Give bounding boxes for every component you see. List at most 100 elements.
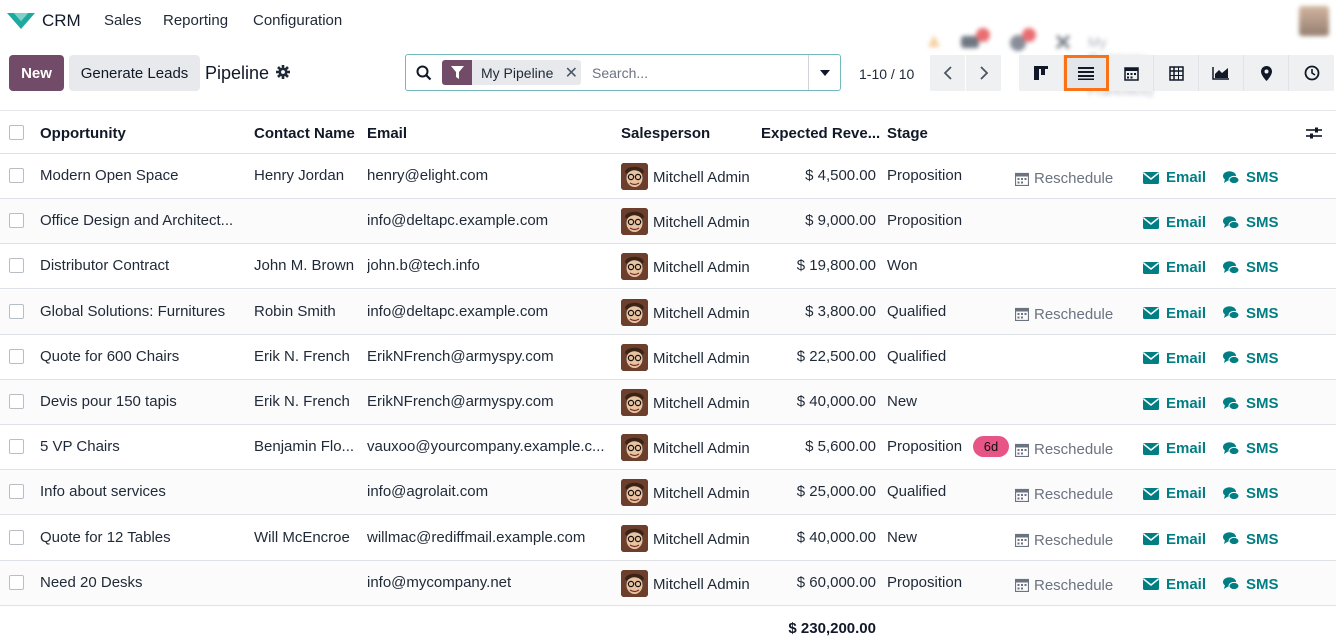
pager-next-button[interactable] (966, 55, 1001, 91)
row-checkbox[interactable] (9, 303, 24, 319)
avatar[interactable] (621, 434, 648, 462)
table-row[interactable]: Distributor Contract John M. Brown john.… (0, 244, 1336, 290)
sms-button[interactable]: SMS (1223, 305, 1279, 322)
column-email[interactable]: Email (367, 125, 407, 142)
column-stage[interactable]: Stage (887, 125, 928, 142)
reschedule-label: Reschedule (1034, 441, 1114, 459)
column-salesperson[interactable]: Salesperson (621, 125, 710, 142)
pager-previous-button[interactable] (930, 55, 965, 91)
salesperson-name: Mitchell Admin (653, 349, 750, 367)
menu-reporting[interactable]: Reporting (163, 12, 228, 29)
stage: Qualified (887, 302, 947, 320)
list-view-button[interactable] (1064, 55, 1109, 91)
reschedule-button[interactable]: Reschedule (1015, 170, 1113, 187)
avatar[interactable] (621, 298, 648, 326)
reschedule-button[interactable]: Reschedule (1015, 441, 1113, 458)
table-row[interactable]: Global Solutions: Furnitures Robin Smith… (0, 289, 1336, 335)
email-button[interactable]: Email (1143, 169, 1206, 186)
email-button[interactable]: Email (1143, 485, 1206, 502)
column-expected-revenue[interactable]: Expected Reve... (761, 125, 880, 142)
avatar[interactable] (621, 343, 648, 371)
email-button[interactable]: Email (1143, 259, 1206, 276)
search-icon[interactable] (416, 65, 432, 81)
table-row[interactable]: Info about services info@agrolait.com Mi… (0, 470, 1336, 516)
row-checkbox[interactable] (9, 348, 24, 364)
table-row[interactable]: Devis pour 150 tapis Erik N. French Erik… (0, 380, 1336, 425)
table-row[interactable]: Modern Open Space Henry Jordan henry@eli… (0, 154, 1336, 199)
sms-button[interactable]: SMS (1223, 350, 1279, 367)
email-button[interactable]: Email (1143, 305, 1206, 322)
sms-button[interactable]: SMS (1223, 259, 1279, 276)
sms-button[interactable]: SMS (1223, 395, 1279, 412)
salesperson-name: Mitchell Admin (653, 259, 750, 277)
reschedule-button[interactable]: Reschedule (1015, 532, 1113, 549)
search-options-toggle[interactable] (808, 55, 840, 90)
table-row[interactable]: Need 20 Desks info@mycompany.net Mitchel… (0, 560, 1336, 606)
new-button[interactable]: New (9, 55, 64, 91)
expected-revenue: $ 5,600.00 (805, 438, 876, 456)
row-checkbox[interactable] (9, 439, 24, 455)
sms-button[interactable]: SMS (1223, 485, 1279, 502)
pager-value[interactable]: 1-10 / 10 (859, 66, 914, 82)
table-row[interactable]: Quote for 600 Chairs Erik N. French Erik… (0, 335, 1336, 380)
user-avatar[interactable] (1299, 6, 1329, 36)
menu-configuration[interactable]: Configuration (253, 12, 342, 29)
avatar[interactable] (621, 208, 648, 236)
sms-label: SMS (1246, 575, 1279, 593)
email-button[interactable]: Email (1143, 214, 1206, 231)
close-icon[interactable]: ✕ (561, 63, 581, 83)
row-checkbox[interactable] (9, 529, 24, 545)
avatar[interactable] (621, 389, 648, 416)
sms-button[interactable]: SMS (1223, 531, 1279, 548)
table-row[interactable]: Quote for 12 Tables Will McEncroe willma… (0, 516, 1336, 561)
email-button[interactable]: Email (1143, 395, 1206, 412)
map-view-button[interactable] (1244, 55, 1289, 91)
avatar[interactable] (621, 524, 648, 552)
pivot-view-button[interactable] (1154, 55, 1199, 91)
kanban-view-button[interactable] (1019, 55, 1064, 91)
row-checkbox[interactable] (9, 168, 24, 183)
optional-columns-icon[interactable] (1306, 126, 1322, 140)
bug-icon[interactable] (925, 33, 943, 49)
row-checkbox[interactable] (9, 574, 24, 590)
activity-view-button[interactable] (1289, 55, 1334, 91)
column-opportunity[interactable]: Opportunity (40, 125, 126, 142)
graph-view-button[interactable] (1199, 55, 1244, 91)
row-checkbox[interactable] (9, 484, 24, 500)
row-checkbox[interactable] (9, 394, 24, 409)
reschedule-button[interactable]: Reschedule (1015, 306, 1113, 323)
avatar[interactable] (621, 479, 648, 507)
expected-revenue: $ 40,000.00 (796, 393, 876, 410)
row-checkbox[interactable] (9, 213, 24, 229)
reschedule-button[interactable]: Reschedule (1015, 577, 1113, 594)
email-button[interactable]: Email (1143, 440, 1206, 457)
select-all-checkbox[interactable] (9, 125, 24, 140)
gear-icon[interactable] (276, 65, 290, 79)
tools-icon[interactable] (1055, 34, 1071, 50)
list-icon (1078, 67, 1094, 80)
search-input[interactable] (592, 61, 802, 85)
email-button[interactable]: Email (1143, 350, 1206, 367)
email-button[interactable]: Email (1143, 531, 1206, 548)
row-checkbox[interactable] (9, 258, 24, 274)
avatar[interactable] (621, 569, 648, 597)
opportunity-name: Devis pour 150 tapis (40, 393, 177, 410)
sms-button[interactable]: SMS (1223, 214, 1279, 231)
avatar[interactable] (621, 163, 648, 190)
sms-button[interactable]: SMS (1223, 440, 1279, 457)
sms-button[interactable]: SMS (1223, 576, 1279, 593)
table-row[interactable]: 5 VP Chairs Benjamin Flo... vauxoo@yourc… (0, 425, 1336, 471)
calendar-view-button[interactable] (1109, 55, 1154, 91)
table-row[interactable]: Office Design and Architect... info@delt… (0, 199, 1336, 245)
sms-button[interactable]: SMS (1223, 169, 1279, 186)
crm-logo-icon[interactable] (6, 10, 36, 32)
sms-label: SMS (1246, 169, 1279, 186)
app-name[interactable]: CRM (42, 11, 81, 31)
column-contact-name[interactable]: Contact Name (254, 125, 355, 142)
avatar[interactable] (621, 253, 648, 281)
generate-leads-button[interactable]: Generate Leads (69, 55, 200, 91)
menu-sales[interactable]: Sales (104, 12, 142, 29)
email-button[interactable]: Email (1143, 576, 1206, 593)
activity-due-badge[interactable]: 6d (973, 436, 1009, 458)
reschedule-button[interactable]: Reschedule (1015, 486, 1113, 503)
